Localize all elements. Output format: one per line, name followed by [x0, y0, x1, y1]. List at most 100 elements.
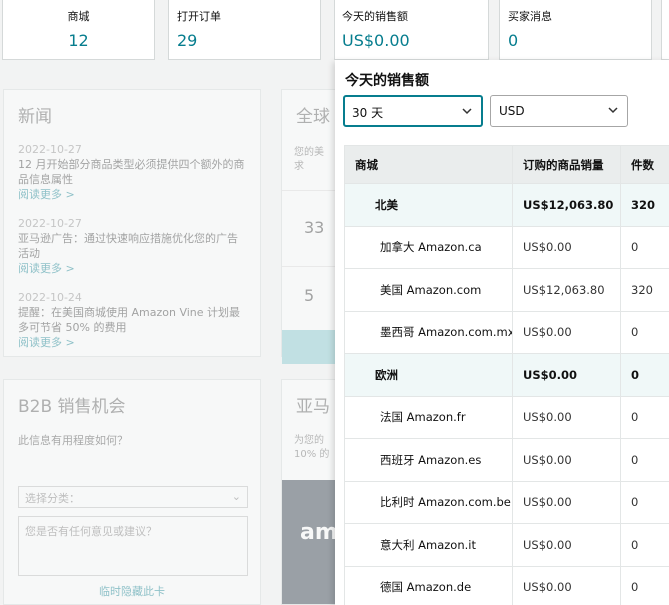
metrics-bar: 商城 12 打开订单 29 今天的销售额 US$0.00 买家消息 0 [0, 0, 669, 60]
sales-cell: US$0.00 [512, 353, 621, 397]
read-more-link[interactable]: 阅读更多 > [18, 335, 248, 350]
popover-title: 今天的销售额 [345, 73, 429, 89]
table-row: 西班牙 Amazon.es US$0.00 0 [344, 438, 669, 482]
period-select[interactable]: 30 天 [343, 95, 483, 127]
card-label: 商城 [67, 10, 90, 23]
table-row: 墨西哥 Amazon.com.mx US$0.00 0 [344, 310, 669, 354]
table-row: 比利时 Amazon.com.be US$0.00 0 [344, 480, 669, 524]
news-item: 2022-10-27 亚马逊广告：通过快速响应措施优化您的广告活动 阅读更多 > [18, 216, 248, 276]
units-cell: 320 [620, 268, 669, 312]
news-item: 2022-10-24 提醒：在美国商城使用 Amazon Vine 计划最多可节… [18, 290, 248, 350]
market-cell: 比利时 Amazon.com.be [344, 480, 513, 524]
chevron-down-icon [608, 107, 618, 114]
news-text[interactable]: 12 月开始部分商品类型必须提供四个额外的商品信息属性 [18, 157, 248, 187]
category-select[interactable]: 选择分类： ⌄ [18, 486, 248, 508]
category-select-placeholder: 选择分类： [25, 492, 80, 505]
today-sales-popover: 今天的销售额 30 天 USD 商城 订购的商品销量 件数 北美 US$12,06… [335, 60, 669, 605]
units-cell: 0 [620, 353, 669, 397]
sales-cell: US$12,063.80 [512, 268, 621, 312]
read-more-link[interactable]: 阅读更多 > [18, 187, 248, 202]
sales-table: 商城 订购的商品销量 件数 北美 US$12,063.80 320 加拿大 Amazo… [344, 145, 669, 605]
sales-cell: US$0.00 [512, 225, 621, 269]
table-row: 加拿大 Amazon.ca US$0.00 0 [344, 225, 669, 269]
units-cell: 0 [620, 438, 669, 482]
units-cell: 0 [620, 395, 669, 439]
divider [282, 266, 341, 267]
units-cell: 0 [620, 480, 669, 524]
units-cell: 320 [620, 183, 669, 227]
global-number: 5 [304, 286, 315, 305]
table-row: 德国 Amazon.de US$0.00 0 [344, 565, 669, 605]
chevron-down-icon: ⌄ [231, 490, 241, 503]
units-cell: 0 [620, 523, 669, 567]
sales-cell: US$0.00 [512, 480, 621, 524]
news-text[interactable]: 提醒：在美国商城使用 Amazon Vine 计划最多可节省 50% 的费用 [18, 305, 248, 335]
amazon-logo: am [300, 520, 338, 545]
market-cell: 北美 [344, 183, 513, 227]
chevron-down-icon [462, 108, 472, 115]
market-cell: 西班牙 Amazon.es [344, 438, 513, 482]
amazon-widget: 亚马 为您的 10% 的 am [281, 379, 341, 605]
market-cell: 法国 Amazon.fr [344, 395, 513, 439]
region-row: 欧洲 US$0.00 0 [344, 353, 669, 397]
global-desc: 您的美 求 [294, 146, 324, 174]
card-value: 29 [177, 31, 198, 50]
card-open-orders[interactable]: 打开订单 29 [168, 0, 321, 60]
card-today-sales[interactable]: 今天的销售额 US$0.00 [334, 0, 489, 60]
card-marketplaces[interactable]: 商城 12 [2, 0, 155, 60]
global-bar [282, 330, 341, 364]
market-cell: 意大利 Amazon.it [344, 523, 513, 567]
sales-cell: US$12,063.80 [512, 183, 621, 227]
column-header-market: 商城 [344, 145, 513, 184]
amazon-desc-line: 为您的 [294, 435, 324, 446]
feedback-question: 此信息有用程度如何？ [18, 434, 128, 447]
global-title: 全球 [296, 107, 330, 127]
units-cell: 0 [620, 565, 669, 605]
news-text[interactable]: 亚马逊广告：通过快速响应措施优化您的广告活动 [18, 231, 248, 261]
region-row: 北美 US$12,063.80 320 [344, 183, 669, 227]
global-number: 33 [304, 218, 325, 237]
card-label: 今天的销售额 [342, 10, 408, 23]
card-label: 买家消息 [508, 10, 552, 23]
card-value: 12 [68, 31, 89, 50]
global-desc-line: 您的美 [294, 147, 324, 158]
news-title: 新闻 [18, 107, 52, 127]
sales-cell: US$0.00 [512, 523, 621, 567]
sales-cell: US$0.00 [512, 395, 621, 439]
units-cell: 0 [620, 225, 669, 269]
card-value: US$0.00 [342, 31, 410, 50]
amazon-banner[interactable]: am [282, 480, 341, 604]
sales-cell: US$0.00 [512, 310, 621, 354]
table-row: 美国 Amazon.com US$12,063.80 320 [344, 268, 669, 312]
news-date: 2022-10-27 [18, 217, 82, 230]
sales-cell: US$0.00 [512, 438, 621, 482]
market-cell: 美国 Amazon.com [344, 268, 513, 312]
card-buyer-messages[interactable]: 买家消息 0 [499, 0, 652, 60]
global-desc-line: 求 [294, 161, 304, 172]
divider [282, 190, 341, 191]
amazon-title: 亚马 [296, 397, 330, 417]
b2b-title: B2B 销售机会 [18, 397, 126, 417]
market-cell: 墨西哥 Amazon.com.mx [344, 310, 513, 354]
news-date: 2022-10-27 [18, 143, 82, 156]
news-item: 2022-10-27 12 月开始部分商品类型必须提供四个额外的商品信息属性 阅… [18, 142, 248, 202]
market-cell: 加拿大 Amazon.ca [344, 225, 513, 269]
news-widget: 新闻 2022-10-27 12 月开始部分商品类型必须提供四个额外的商品信息属… [3, 89, 261, 357]
news-date: 2022-10-24 [18, 291, 82, 304]
hide-card-link[interactable]: 临时隐藏此卡 [4, 583, 260, 599]
sales-cell: US$0.00 [512, 565, 621, 605]
period-select-value: 30 天 [352, 106, 384, 120]
card-more[interactable] [661, 0, 669, 60]
table-row: 意大利 Amazon.it US$0.00 0 [344, 523, 669, 567]
market-cell: 德国 Amazon.de [344, 565, 513, 605]
read-more-link[interactable]: 阅读更多 > [18, 261, 248, 276]
amazon-desc-line: 10% 的 [294, 449, 330, 460]
card-value: 0 [508, 31, 519, 50]
currency-select-value: USD [499, 104, 525, 118]
amazon-desc: 为您的 10% 的 [294, 434, 329, 462]
units-cell: 0 [620, 310, 669, 354]
b2b-widget: B2B 销售机会 此信息有用程度如何？ 选择分类： ⌄ 您是否有任何意见或建议？… [3, 379, 261, 605]
currency-select[interactable]: USD [490, 95, 628, 127]
feedback-textarea[interactable]: 您是否有任何意见或建议？ [18, 516, 248, 576]
table-header-row: 商城 订购的商品销量 件数 [344, 145, 669, 184]
